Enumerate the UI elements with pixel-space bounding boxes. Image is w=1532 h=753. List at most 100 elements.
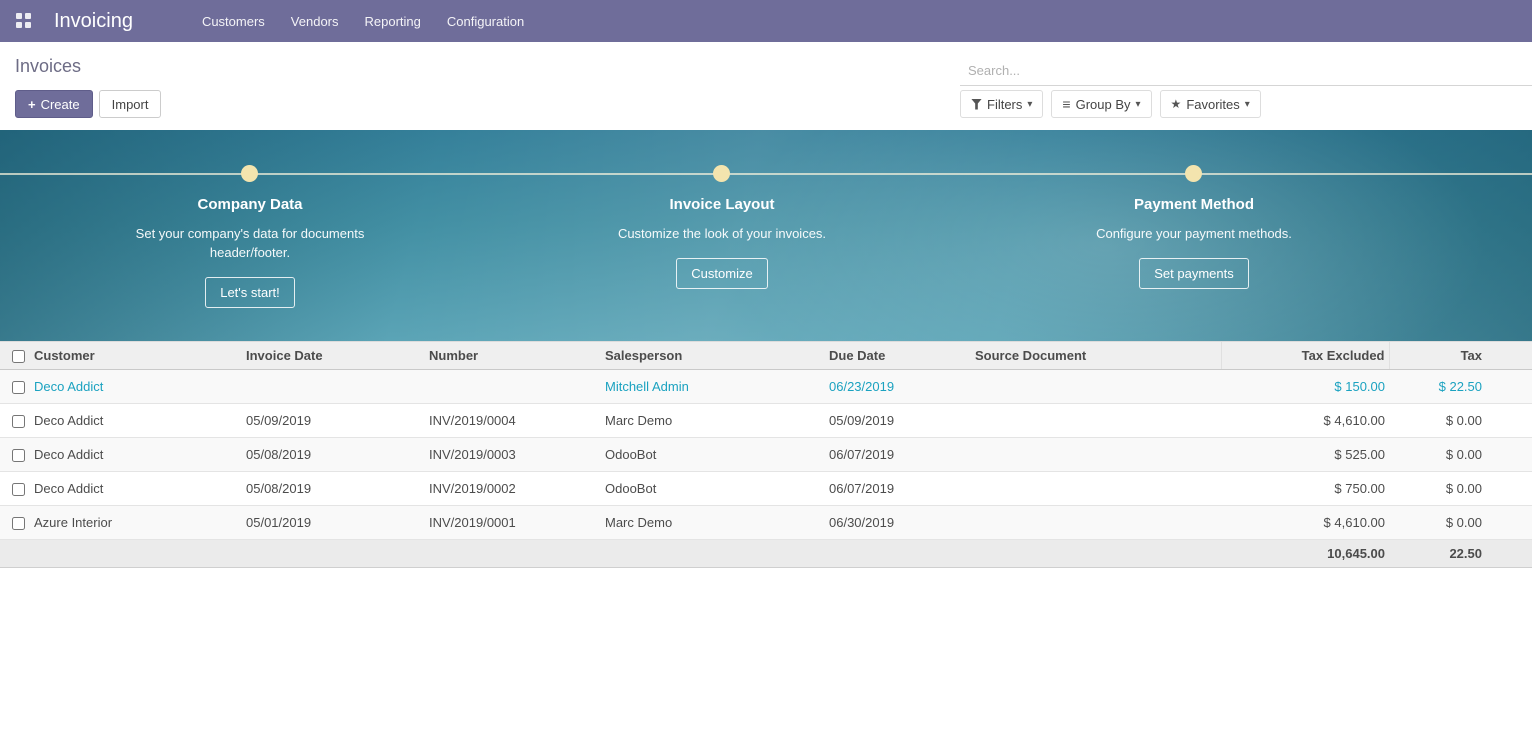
- step-description: Set your company's data for documents he…: [125, 224, 375, 262]
- step-title: Invoice Layout: [557, 196, 887, 213]
- invoice-list-table: Customer Invoice Date Number Salesperson…: [0, 341, 1532, 568]
- filters-button[interactable]: Filters ▾: [960, 90, 1043, 118]
- onboarding-step-payment-method: Payment Method Configure your payment me…: [1029, 196, 1359, 289]
- cell-tax-excluded: $ 4,610.00: [1221, 404, 1389, 438]
- view-controls: Filters ▾ ≡ Group By ▾ ★ Favorites ▾: [960, 90, 1261, 118]
- cell-source-document: [971, 370, 1221, 404]
- favorites-button[interactable]: ★ Favorites ▾: [1160, 90, 1261, 118]
- table-row[interactable]: Deco Addict 05/09/2019 INV/2019/0004 Mar…: [0, 404, 1532, 438]
- onboarding-progress-line: [0, 173, 1532, 175]
- apps-menu-icon[interactable]: [16, 13, 32, 29]
- totals-row: 10,645.00 22.50: [0, 540, 1532, 568]
- menu-customers[interactable]: Customers: [189, 0, 278, 42]
- row-checkbox[interactable]: [12, 483, 25, 496]
- filter-icon: [971, 99, 982, 110]
- cell-salesperson: OdooBot: [601, 472, 825, 506]
- chevron-down-icon: ▾: [1245, 99, 1250, 110]
- page-title: Invoices: [15, 56, 81, 77]
- column-header-salesperson[interactable]: Salesperson: [601, 342, 825, 370]
- cell-salesperson: Marc Demo: [601, 506, 825, 540]
- cell-invoice-date: 05/08/2019: [242, 472, 425, 506]
- step-description: Customize the look of your invoices.: [597, 224, 847, 243]
- onboarding-banner: Company Data Set your company's data for…: [0, 130, 1532, 341]
- cell-number: INV/2019/0002: [425, 472, 601, 506]
- onboarding-step-invoice-layout: Invoice Layout Customize the look of you…: [557, 196, 887, 289]
- cell-salesperson: Marc Demo: [601, 404, 825, 438]
- step-description: Configure your payment methods.: [1069, 224, 1319, 243]
- star-icon: ★: [1171, 97, 1182, 111]
- onboarding-step-dot: [713, 165, 730, 182]
- row-checkbox[interactable]: [12, 415, 25, 428]
- cell-customer: Deco Addict: [30, 438, 242, 472]
- cell-tax: $ 0.00: [1389, 438, 1532, 472]
- step-title: Payment Method: [1029, 196, 1359, 213]
- row-checkbox[interactable]: [12, 449, 25, 462]
- grid-square: [25, 22, 31, 28]
- cell-invoice-date: 05/08/2019: [242, 438, 425, 472]
- search-input[interactable]: [960, 56, 1532, 85]
- column-header-number[interactable]: Number: [425, 342, 601, 370]
- create-button[interactable]: + Create: [15, 90, 93, 118]
- cell-number: [425, 370, 601, 404]
- onboarding-step-dot: [1185, 165, 1202, 182]
- cell-tax-excluded: $ 4,610.00: [1221, 506, 1389, 540]
- row-checkbox[interactable]: [12, 517, 25, 530]
- cell-tax: $ 0.00: [1389, 506, 1532, 540]
- action-buttons: + Create Import: [15, 90, 161, 118]
- cell-source-document: [971, 472, 1221, 506]
- cell-due-date: 05/09/2019: [825, 404, 971, 438]
- column-header-invoice-date[interactable]: Invoice Date: [242, 342, 425, 370]
- cell-number: INV/2019/0004: [425, 404, 601, 438]
- lets-start-button[interactable]: Let's start!: [205, 277, 295, 308]
- cell-customer: Azure Interior: [30, 506, 242, 540]
- cell-due-date: 06/23/2019: [825, 370, 971, 404]
- menu-vendors[interactable]: Vendors: [278, 0, 352, 42]
- onboarding-step-dot: [241, 165, 258, 182]
- group-by-label: Group By: [1076, 97, 1131, 112]
- cell-tax-excluded: $ 525.00: [1221, 438, 1389, 472]
- select-all-checkbox[interactable]: [12, 350, 25, 363]
- cell-number: INV/2019/0001: [425, 506, 601, 540]
- cell-invoice-date: 05/01/2019: [242, 506, 425, 540]
- select-all-cell: [0, 342, 30, 370]
- import-button[interactable]: Import: [99, 90, 162, 118]
- onboarding-step-company-data: Company Data Set your company's data for…: [85, 196, 415, 308]
- grid-square: [16, 22, 22, 28]
- row-checkbox[interactable]: [12, 381, 25, 394]
- cell-source-document: [971, 404, 1221, 438]
- top-navbar: Invoicing Customers Vendors Reporting Co…: [0, 0, 1532, 42]
- cell-source-document: [971, 438, 1221, 472]
- cell-customer: Deco Addict: [30, 472, 242, 506]
- filters-label: Filters: [987, 97, 1022, 112]
- table-row[interactable]: Azure Interior 05/01/2019 INV/2019/0001 …: [0, 506, 1532, 540]
- cell-salesperson: OdooBot: [601, 438, 825, 472]
- cell-customer: Deco Addict: [30, 370, 242, 404]
- step-title: Company Data: [85, 196, 415, 213]
- cell-invoice-date: 05/09/2019: [242, 404, 425, 438]
- control-panel: Invoices + Create Import Filters ▾ ≡ Gro…: [0, 42, 1532, 130]
- group-by-button[interactable]: ≡ Group By ▾: [1051, 90, 1151, 118]
- cell-due-date: 06/30/2019: [825, 506, 971, 540]
- customize-button[interactable]: Customize: [676, 258, 767, 289]
- table-row[interactable]: Deco Addict 05/08/2019 INV/2019/0002 Odo…: [0, 472, 1532, 506]
- column-header-due-date[interactable]: Due Date: [825, 342, 971, 370]
- column-header-source-document[interactable]: Source Document: [971, 342, 1221, 370]
- chevron-down-icon: ▾: [1136, 99, 1141, 110]
- column-header-tax-excluded[interactable]: Tax Excluded: [1221, 342, 1389, 370]
- menu-reporting[interactable]: Reporting: [352, 0, 434, 42]
- cell-due-date: 06/07/2019: [825, 472, 971, 506]
- main-menu: Customers Vendors Reporting Configuratio…: [189, 0, 537, 42]
- create-button-label: Create: [41, 97, 80, 112]
- table-row[interactable]: Deco Addict 05/08/2019 INV/2019/0003 Odo…: [0, 438, 1532, 472]
- column-header-tax[interactable]: Tax: [1389, 342, 1532, 370]
- total-tax: 22.50: [1389, 540, 1532, 568]
- cell-number: INV/2019/0003: [425, 438, 601, 472]
- search-box: [960, 56, 1532, 86]
- set-payments-button[interactable]: Set payments: [1139, 258, 1249, 289]
- table-row[interactable]: Deco Addict Mitchell Admin 06/23/2019 $ …: [0, 370, 1532, 404]
- column-header-customer[interactable]: Customer: [30, 342, 242, 370]
- menu-configuration[interactable]: Configuration: [434, 0, 537, 42]
- chevron-down-icon: ▾: [1027, 99, 1032, 110]
- cell-due-date: 06/07/2019: [825, 438, 971, 472]
- app-name[interactable]: Invoicing: [54, 10, 133, 33]
